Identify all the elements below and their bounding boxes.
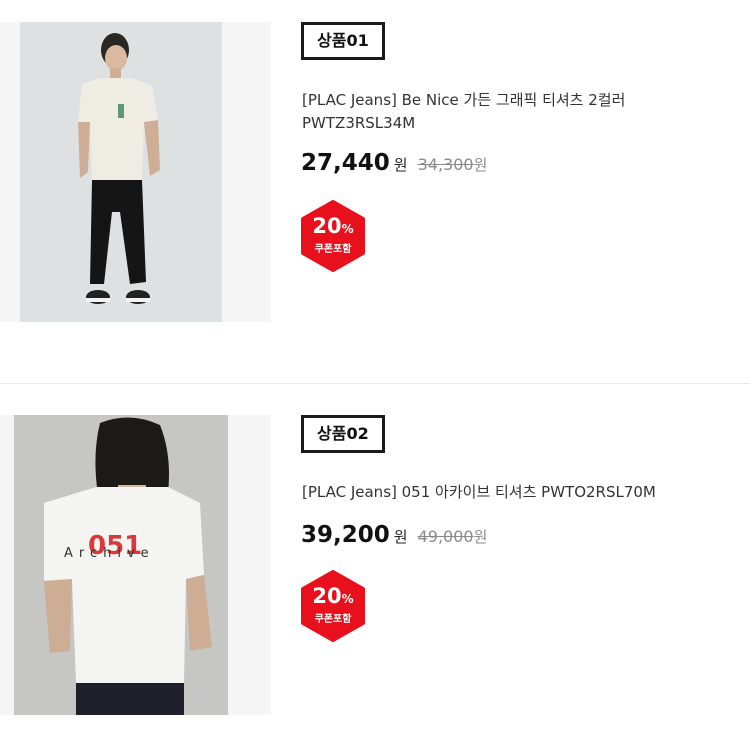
- coupon-label: 쿠폰포함: [314, 614, 352, 625]
- sale-price: 27,440: [301, 150, 390, 176]
- product-item-02[interactable]: 051 Archive 상품02 [PLAC Jeans] 051 아카이브 티…: [0, 384, 750, 739]
- sale-price: 39,200: [301, 522, 390, 548]
- model-back-tshirt-photo-icon: 051 Archive: [0, 415, 271, 715]
- coupon-discount-badge: 20% 쿠폰포함: [301, 570, 365, 642]
- product-item-01[interactable]: 상품01 [PLAC Jeans] Be Nice 가든 그래픽 티셔츠 2컬러…: [0, 0, 750, 383]
- original-price-unit: 원: [473, 528, 488, 546]
- product-name[interactable]: [PLAC Jeans] 051 아카이브 티셔츠 PWTO2RSL70M: [302, 481, 742, 504]
- sale-price-unit: 원: [393, 528, 408, 546]
- product-image-01[interactable]: [0, 22, 271, 322]
- original-price: 49,000: [417, 527, 474, 546]
- product-number-badge: 상품01: [301, 22, 385, 60]
- original-price: 34,300: [417, 155, 474, 174]
- sale-price-unit: 원: [393, 156, 408, 174]
- price-row: 27,440 원 34,300원: [301, 150, 487, 176]
- product-image-02[interactable]: 051 Archive: [0, 415, 271, 715]
- price-row: 39,200 원 49,000원: [301, 522, 487, 548]
- product-number-badge: 상품02: [301, 415, 385, 453]
- model-tshirt-photo-icon: [0, 22, 271, 322]
- original-price-unit: 원: [473, 156, 488, 174]
- coupon-discount-badge: 20% 쿠폰포함: [301, 200, 365, 272]
- print-word: Archive: [64, 546, 155, 561]
- coupon-label: 쿠폰포함: [314, 244, 352, 255]
- product-name[interactable]: [PLAC Jeans] Be Nice 가든 그래픽 티셔츠 2컬러 PWTZ…: [302, 89, 742, 135]
- discount-percent: 20%: [312, 584, 354, 608]
- discount-percent: 20%: [312, 214, 354, 238]
